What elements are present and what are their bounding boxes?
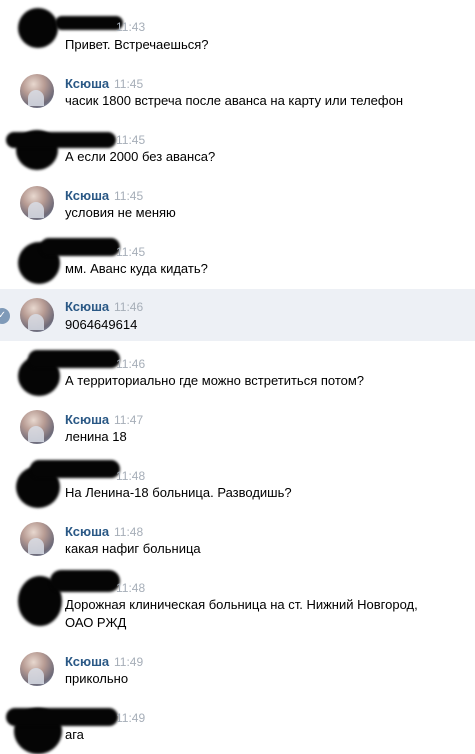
message-item[interactable]: Ксюша 11:47 ленина 18 xyxy=(0,402,475,450)
message-text: Привет. Встречаешься? xyxy=(65,37,209,52)
message-time: 11:46 xyxy=(114,300,144,314)
message-item[interactable]: 11:48 На Ленина-18 больница. Разводишь? xyxy=(0,458,475,508)
message-item[interactable]: Ксюша 11:45 часик 1800 встреча после ава… xyxy=(0,66,475,112)
redacted-avatar xyxy=(18,8,58,48)
message-text: часик 1800 встреча после аванса на карту… xyxy=(65,93,404,108)
message-time: 11:46 xyxy=(116,357,146,371)
message-time: 11:48 xyxy=(114,525,144,539)
message-item[interactable]: Ксюша 11:48 какая нафиг больница xyxy=(0,514,475,562)
avatar[interactable] xyxy=(20,74,54,108)
sender-name[interactable]: Ксюша xyxy=(65,412,109,427)
message-item[interactable]: 11:45 А если 2000 без аванса? xyxy=(0,122,475,170)
message-time: 11:49 xyxy=(114,655,144,669)
sender-name[interactable]: Ксюша xyxy=(65,654,109,669)
message-text: 9064649614 xyxy=(65,317,138,332)
message-item[interactable]: 11:48 Дорожная клиническая больница на с… xyxy=(0,570,475,636)
redacted-name xyxy=(40,238,120,256)
message-time: 11:45 xyxy=(116,133,146,147)
message-text: А если 2000 без аванса? xyxy=(65,149,216,164)
message-text: ага xyxy=(65,727,84,742)
message-time: 11:45 xyxy=(114,77,144,91)
sender-name[interactable]: Ксюша xyxy=(65,299,109,314)
message-item[interactable]: 11:43 Привет. Встречаешься? xyxy=(0,0,475,56)
avatar[interactable] xyxy=(20,652,54,686)
message-text: какая нафиг больница xyxy=(65,541,201,556)
message-item-selected[interactable]: ✓ Ксюша 11:46 9064649614 xyxy=(0,289,475,341)
message-time: 11:49 xyxy=(116,711,146,725)
message-item[interactable]: 11:45 мм. Аванс куда кидать? xyxy=(0,234,475,284)
message-item[interactable]: Ксюша 11:45 условия не меняю xyxy=(0,178,475,226)
message-item[interactable]: Ксюша 11:49 прикольно xyxy=(0,646,475,694)
message-time: 11:45 xyxy=(114,189,144,203)
redacted-name xyxy=(55,16,123,30)
message-text: На Ленина-18 больница. Разводишь? xyxy=(65,485,292,500)
message-time: 11:47 xyxy=(114,413,144,427)
message-time: 11:43 xyxy=(116,20,146,34)
message-item[interactable]: 11:46 А территориально где можно встрети… xyxy=(0,346,475,396)
sender-name[interactable]: Ксюша xyxy=(65,524,109,539)
redacted-name xyxy=(28,350,120,368)
check-icon[interactable]: ✓ xyxy=(0,308,10,324)
sender-name[interactable]: Ксюша xyxy=(65,188,109,203)
message-text: А территориально где можно встретиться п… xyxy=(65,373,365,388)
avatar[interactable] xyxy=(20,410,54,444)
message-item[interactable]: 11:49 ага xyxy=(0,702,475,754)
message-text: ленина 18 xyxy=(65,429,127,444)
avatar[interactable] xyxy=(20,298,54,332)
message-time: 11:45 xyxy=(116,245,146,259)
redacted-name xyxy=(6,132,116,148)
redacted-name xyxy=(6,708,118,726)
message-time: 11:48 xyxy=(116,469,146,483)
message-text: Дорожная клиническая больница на ст. Ниж… xyxy=(65,597,418,630)
message-time: 11:48 xyxy=(116,581,146,595)
redacted-name xyxy=(30,460,120,478)
avatar[interactable] xyxy=(20,186,54,220)
sender-name[interactable]: Ксюша xyxy=(65,76,109,91)
message-text: мм. Аванс куда кидать? xyxy=(65,261,208,276)
avatar[interactable] xyxy=(20,522,54,556)
redacted-name xyxy=(50,570,120,592)
message-text: условия не меняю xyxy=(65,205,176,220)
message-text: прикольно xyxy=(65,671,129,686)
